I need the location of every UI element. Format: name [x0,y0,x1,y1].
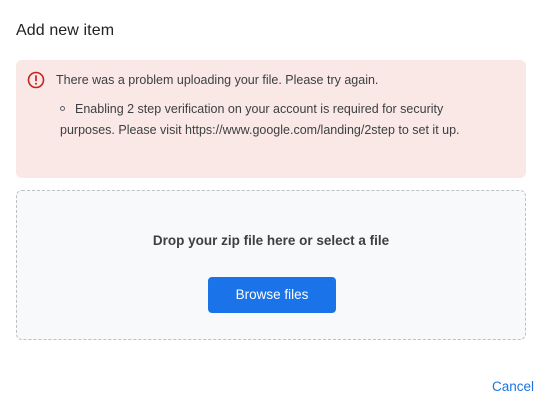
error-detail-item: Enabling 2 step verification on your acc… [60,99,500,140]
error-message: There was a problem uploading your file.… [56,73,379,87]
bullet-icon [60,106,65,112]
error-detail-text: Enabling 2 step verification on your acc… [60,102,460,137]
cancel-button[interactable]: Cancel [492,379,534,394]
drop-zone-instructions: Drop your zip file here or select a file [152,233,390,248]
browse-files-button[interactable]: Browse files [208,277,336,313]
error-alert-icon [27,71,45,89]
error-banner: There was a problem uploading your file.… [16,60,526,178]
dialog-title: Add new item [16,22,115,39]
file-drop-zone[interactable]: Drop your zip file here or select a file… [16,190,526,340]
